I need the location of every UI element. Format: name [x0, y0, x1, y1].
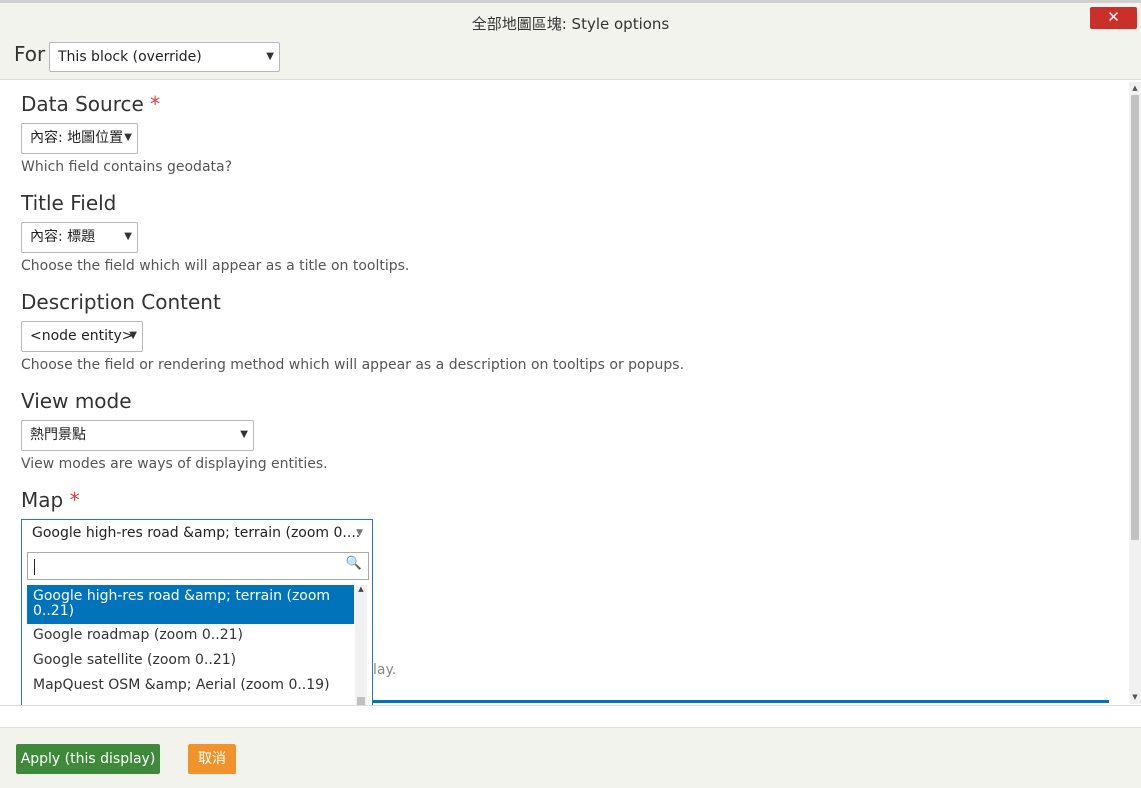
dialog-titlebar: 全部地圖區塊: Style options ✕ — [0, 0, 1141, 42]
data-source-select[interactable]: 內容: 地圖位置 ▼ — [21, 123, 138, 154]
section-divider — [373, 700, 1109, 703]
scroll-down-icon[interactable]: ▼ — [1131, 693, 1139, 701]
dialog-footer: Apply (this display) 取消 — [0, 727, 1141, 788]
data-source-value: 內容: 地圖位置 — [30, 130, 124, 146]
apply-button[interactable]: Apply (this display) — [16, 744, 160, 774]
close-button[interactable]: ✕ — [1090, 7, 1137, 29]
dropdown-option[interactable]: Google roadmap (zoom 0..21) — [27, 624, 354, 649]
search-icon: 🔍 — [345, 556, 362, 571]
for-select-value: This block (override) — [58, 49, 202, 65]
map-description-partial: lay. — [373, 662, 397, 678]
text-cursor — [34, 559, 35, 575]
dialog-title: 全部地圖區塊: Style options — [471, 15, 670, 33]
data-source-label: Data Source * — [21, 92, 160, 116]
for-label: For — [14, 42, 46, 66]
map-label-text: Map — [21, 488, 64, 512]
chevron-down-icon: ▼ — [356, 528, 363, 538]
scrollbar-thumb[interactable] — [1131, 95, 1139, 540]
for-row: For This block (override) ▼ — [0, 42, 1141, 80]
scroll-up-icon[interactable]: ▲ — [355, 585, 367, 593]
for-select[interactable]: This block (override) ▼ — [49, 42, 280, 72]
title-field-select[interactable]: 內容: 標題 ▼ — [21, 222, 138, 253]
description-content-description: Choose the field or rendering method whi… — [21, 357, 685, 373]
map-dropdown: 🔍 Google high-res road &amp; terrain (zo… — [21, 547, 373, 707]
description-content-label: Description Content — [21, 290, 221, 314]
footer-separator — [0, 705, 1141, 727]
required-marker: * — [69, 488, 80, 512]
data-source-description: Which field contains geodata? — [21, 159, 233, 175]
chevron-down-icon: ▼ — [240, 429, 248, 440]
dropdown-option[interactable]: Google satellite (zoom 0..21) — [27, 649, 354, 674]
cancel-button[interactable]: 取消 — [188, 744, 236, 774]
dropdown-options: Google high-res road &amp; terrain (zoom… — [27, 585, 354, 699]
title-field-label: Title Field — [21, 191, 117, 215]
title-field-description: Choose the field which will appear as a … — [21, 258, 410, 274]
map-select-value: Google high-res road &amp; terrain (zoom… — [32, 525, 361, 541]
dropdown-scrollbar[interactable]: ▲ — [355, 585, 367, 706]
chevron-down-icon: ▼ — [266, 51, 274, 62]
map-label: Map * — [21, 488, 80, 512]
title-field-value: 內容: 標題 — [30, 229, 96, 245]
dropdown-search-input[interactable]: 🔍 — [27, 552, 369, 580]
description-content-value: <node entity> — [30, 328, 134, 344]
chevron-down-icon: ▼ — [124, 132, 132, 143]
view-mode-value: 熱門景點 — [30, 427, 86, 443]
dropdown-option[interactable]: Google high-res road &amp; terrain (zoom… — [27, 585, 354, 624]
view-mode-label: View mode — [21, 389, 132, 413]
dropdown-option[interactable]: MapQuest OSM &amp; Aerial (zoom 0..19) — [27, 674, 354, 699]
view-mode-select[interactable]: 熱門景點 ▼ — [21, 420, 254, 451]
required-marker: * — [150, 92, 161, 116]
scroll-up-icon[interactable]: ▲ — [1131, 84, 1139, 92]
description-content-select[interactable]: <node entity> ▼ — [21, 321, 143, 352]
map-select[interactable]: Google high-res road &amp; terrain (zoom… — [21, 519, 373, 548]
view-mode-description: View modes are ways of displaying entiti… — [21, 456, 328, 472]
close-icon: ✕ — [1107, 8, 1120, 26]
chevron-down-icon: ▼ — [129, 330, 137, 341]
data-source-label-text: Data Source — [21, 92, 144, 116]
chevron-down-icon: ▼ — [124, 231, 132, 242]
